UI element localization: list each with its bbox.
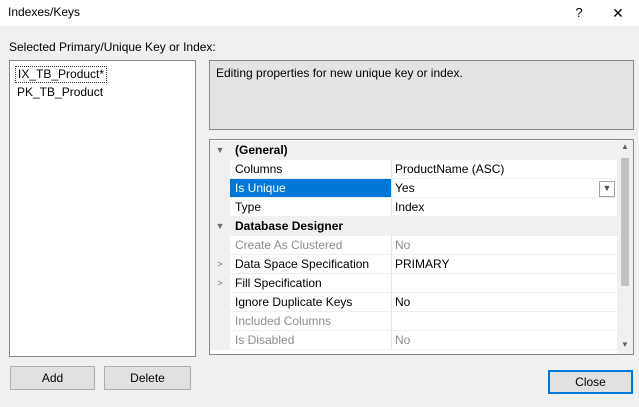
property-value[interactable] [395, 274, 618, 293]
property-row-type[interactable]: Type Index [210, 198, 618, 217]
category-label: (General) [235, 143, 288, 157]
column-divider [391, 198, 392, 217]
column-divider [391, 274, 392, 293]
description-panel: Editing properties for new unique key or… [209, 60, 634, 130]
scroll-down-icon[interactable]: ▼ [617, 340, 633, 352]
column-divider [391, 293, 392, 312]
property-value[interactable]: PRIMARY [395, 255, 618, 274]
property-name: Columns [235, 162, 283, 176]
property-name: Is Disabled [235, 333, 295, 347]
expand-icon[interactable]: > [210, 255, 230, 274]
property-name: Data Space Specification [235, 257, 370, 271]
row-gutter [210, 331, 230, 350]
property-value[interactable]: Index [395, 198, 618, 217]
property-row-columns[interactable]: Columns ProductName (ASC) [210, 160, 618, 179]
row-gutter [210, 198, 230, 217]
close-window-button[interactable]: ✕ [606, 2, 630, 24]
property-value[interactable] [395, 312, 618, 331]
property-value[interactable]: ProductName (ASC) [395, 160, 618, 179]
column-divider [391, 255, 392, 274]
property-name: Type [235, 200, 262, 214]
vertical-scrollbar[interactable]: ▲ ▼ [617, 140, 633, 354]
title-bar: Indexes/Keys ? ✕ [0, 0, 639, 26]
add-button[interactable]: Add [10, 366, 95, 390]
property-row-ignore-duplicate-keys[interactable]: Ignore Duplicate Keys No [210, 293, 618, 312]
column-divider [391, 312, 392, 331]
category-database-designer[interactable]: ▼ Database Designer [210, 217, 618, 236]
column-divider [391, 331, 392, 350]
property-row-included-columns[interactable]: Included Columns [210, 312, 618, 331]
help-button[interactable]: ? [568, 2, 590, 24]
delete-button[interactable]: Delete [104, 366, 191, 390]
key-list-label: Selected Primary/Unique Key or Index: [9, 40, 216, 54]
scroll-thumb[interactable] [621, 158, 629, 286]
row-gutter [210, 160, 230, 179]
expand-icon[interactable]: > [210, 274, 230, 293]
property-row-is-disabled[interactable]: Is Disabled No [210, 331, 618, 350]
key-list[interactable]: IX_TB_Product* PK_TB_Product [9, 60, 196, 357]
key-list-item[interactable]: PK_TB_Product [15, 84, 105, 101]
row-gutter [210, 236, 230, 255]
row-gutter [210, 179, 230, 198]
description-text: Editing properties for new unique key or… [216, 66, 463, 80]
category-label: Database Designer [235, 219, 344, 233]
property-name: Create As Clustered [235, 238, 343, 252]
column-divider [391, 236, 392, 255]
column-divider [391, 160, 392, 179]
property-row-data-space-spec[interactable]: > Data Space Specification PRIMARY [210, 255, 618, 274]
property-grid[interactable]: ▼ (General) Columns ProductName (ASC) Is… [209, 139, 634, 355]
row-gutter [210, 312, 230, 331]
property-value[interactable]: No [395, 331, 618, 350]
close-button[interactable]: Close [548, 370, 633, 394]
property-value[interactable]: No [395, 236, 618, 255]
column-divider [391, 179, 392, 198]
property-row-is-unique[interactable]: Is Unique Yes ▼ [210, 179, 618, 198]
row-separator [230, 349, 618, 350]
property-value-input[interactable]: Yes [395, 179, 618, 198]
collapse-icon[interactable]: ▼ [210, 141, 230, 160]
property-value[interactable]: No [395, 293, 618, 312]
property-name: Fill Specification [235, 276, 322, 290]
row-gutter [210, 293, 230, 312]
property-name: Is Unique [230, 179, 391, 198]
property-row-create-as-clustered[interactable]: Create As Clustered No [210, 236, 618, 255]
property-row-fill-spec[interactable]: > Fill Specification [210, 274, 618, 293]
key-list-item[interactable]: IX_TB_Product* [15, 66, 108, 83]
window-title: Indexes/Keys [8, 5, 81, 19]
category-general[interactable]: ▼ (General) [210, 141, 618, 160]
collapse-icon[interactable]: ▼ [210, 217, 230, 236]
property-name: Included Columns [235, 314, 332, 328]
scroll-up-icon[interactable]: ▲ [617, 142, 633, 154]
chevron-down-icon[interactable]: ▼ [599, 181, 615, 197]
property-name: Ignore Duplicate Keys [235, 295, 353, 309]
